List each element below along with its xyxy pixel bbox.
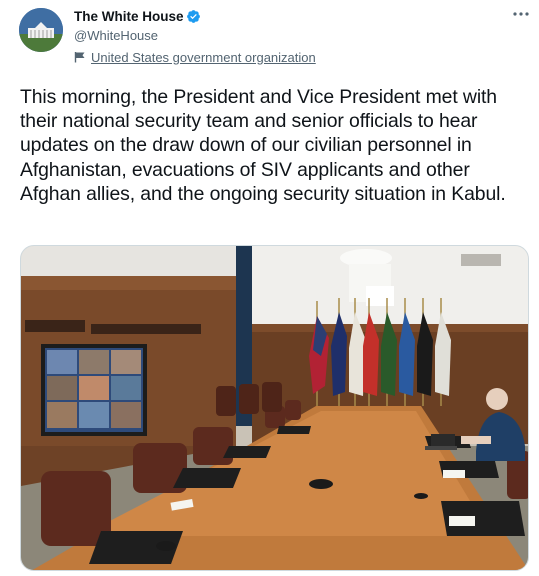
white-house-avatar-icon[interactable] xyxy=(19,8,63,52)
tweet-card: The White House @WhiteHouse United State… xyxy=(0,0,539,576)
flag-icon xyxy=(74,52,85,63)
situation-room-photo[interactable] xyxy=(20,245,529,571)
author-handle[interactable]: @WhiteHouse xyxy=(74,28,158,43)
more-icon[interactable] xyxy=(512,9,530,23)
verified-badge-icon xyxy=(187,10,200,23)
account-label-link[interactable]: United States government organization xyxy=(91,50,316,65)
account-label: United States government organization xyxy=(74,49,316,65)
author-name[interactable]: The White House xyxy=(74,9,184,24)
tweet-text: This morning, the President and Vice Pre… xyxy=(20,86,506,205)
